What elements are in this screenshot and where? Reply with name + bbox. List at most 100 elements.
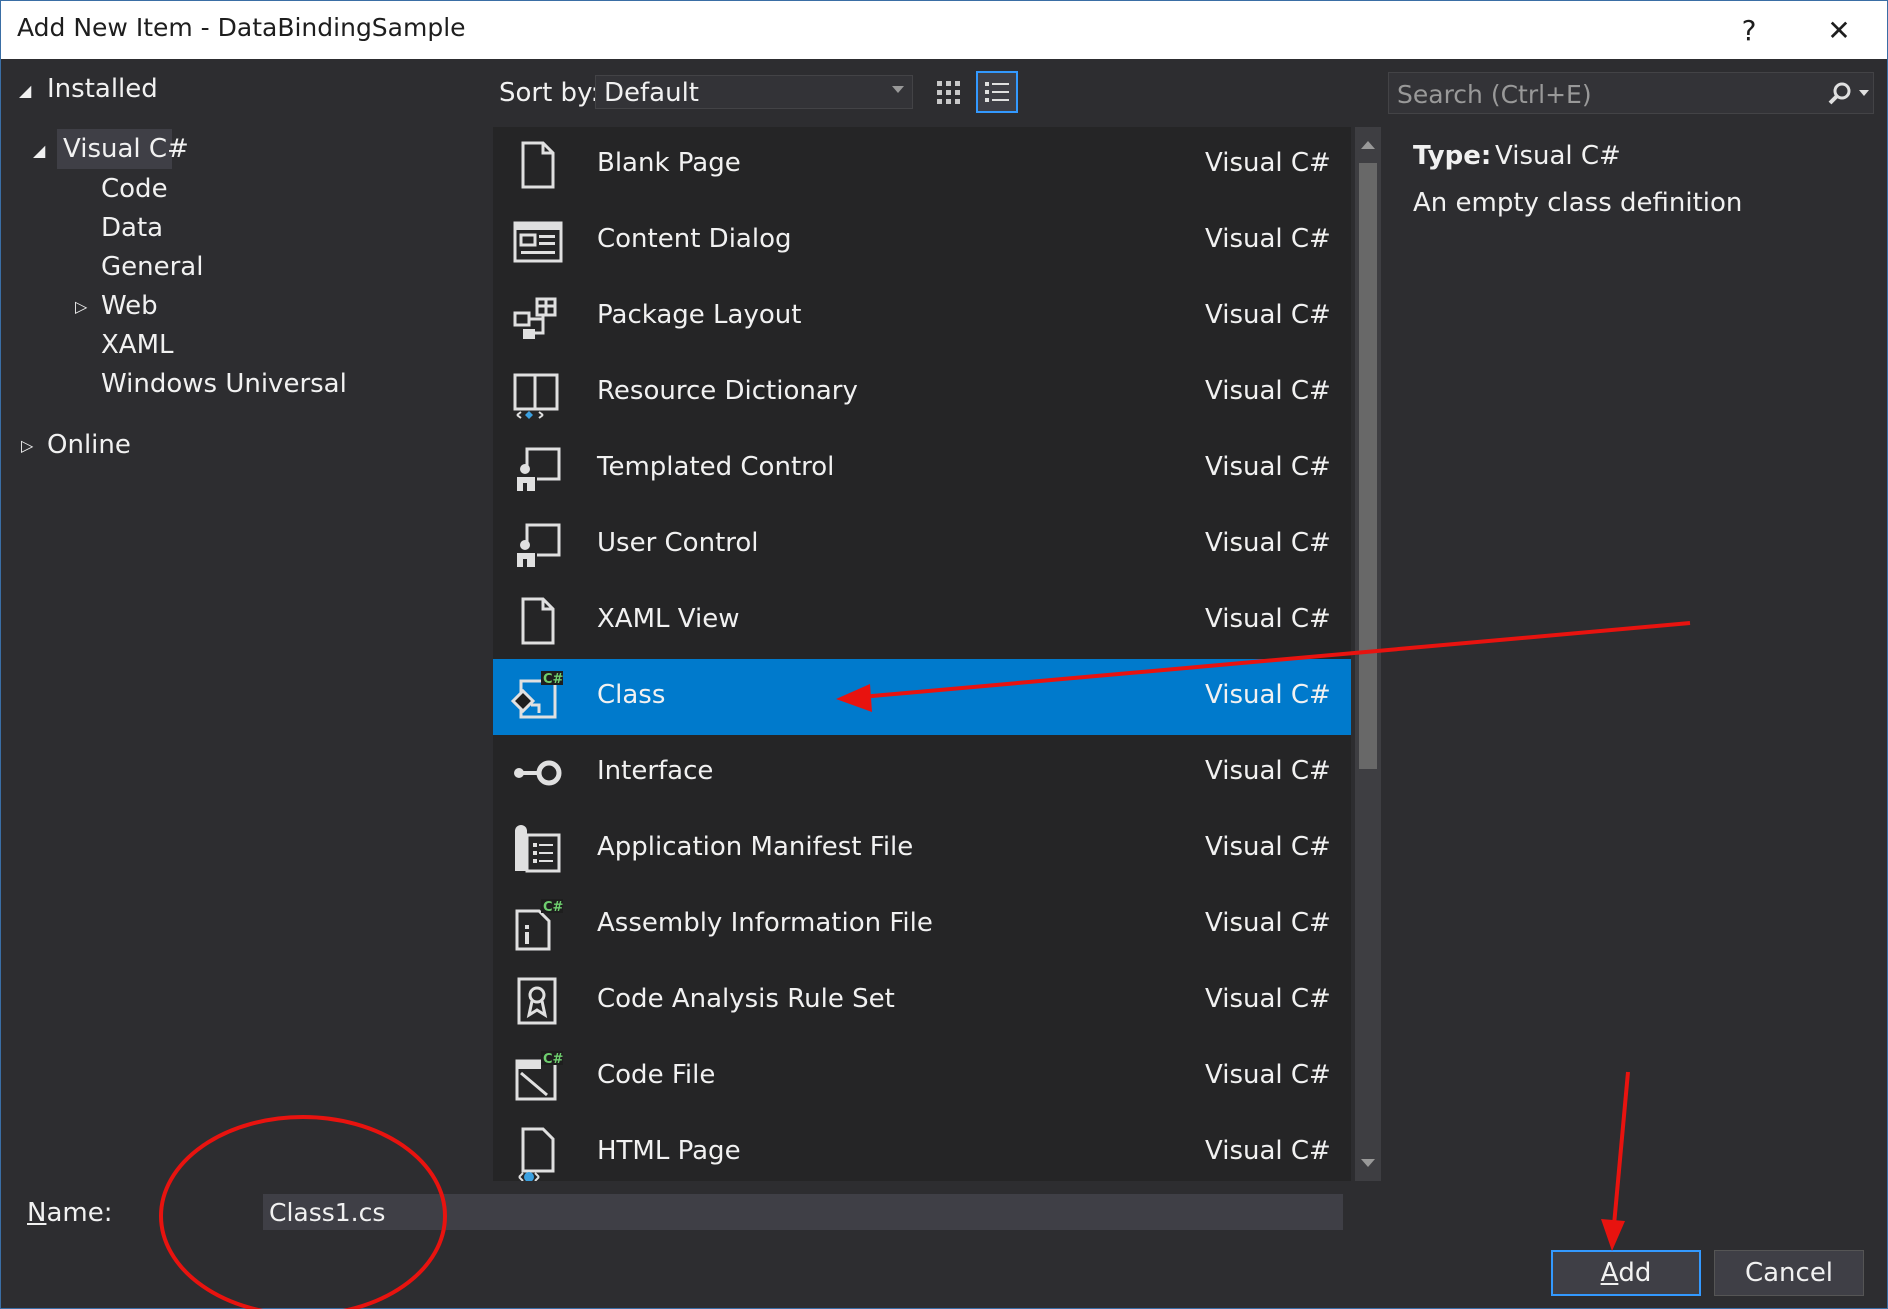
search-box[interactable] [1388,72,1874,115]
template-language: Visual C# [1205,452,1331,482]
template-row[interactable]: Code Analysis Rule Set Visual C# [493,963,1351,1039]
control-icon [507,441,565,497]
cancel-button[interactable]: Cancel [1714,1250,1864,1296]
tree-item-visual-csharp[interactable]: Visual C# [57,129,189,169]
template-name: Code Analysis Rule Set [597,984,895,1014]
template-language: Visual C# [1205,376,1331,406]
template-row[interactable]: HTML Page Visual C# [493,1115,1351,1181]
template-name: Class [597,680,666,710]
medium-icons-view-button[interactable] [927,71,969,113]
search-input[interactable] [1389,73,1819,115]
chevron-down-icon [892,86,904,93]
template-name: User Control [597,528,759,558]
template-language: Visual C# [1205,148,1331,178]
template-name: Templated Control [597,452,835,482]
help-icon: ? [1741,13,1757,47]
template-row[interactable]: Blank Page Visual C# [493,127,1351,203]
add-new-item-dialog: Add New Item - DataBindingSample ? ✕ ◢ I… [0,0,1888,1309]
tree-item-code[interactable]: Code [101,174,168,204]
expanded-arrow-icon[interactable]: ◢ [19,81,31,100]
grid-view-icon [937,81,960,104]
close-icon: ✕ [1827,13,1851,47]
tree-item-label: Visual C# [63,134,189,164]
manifest-icon [507,821,565,877]
template-name: Application Manifest File [597,832,914,862]
add-mnemonic: A [1600,1258,1619,1288]
ruleset-icon [507,973,565,1029]
sort-by-dropdown[interactable]: Default [595,75,913,109]
template-row[interactable]: Templated Control Visual C# [493,431,1351,507]
template-row[interactable]: Package Layout Visual C# [493,279,1351,355]
search-icon[interactable] [1827,81,1853,107]
template-name: Content Dialog [597,224,792,254]
scroll-thumb[interactable] [1359,163,1377,769]
template-language: Visual C# [1205,1136,1331,1166]
scroll-down-icon[interactable] [1361,1159,1375,1167]
expanded-arrow-icon[interactable]: ◢ [33,141,45,160]
template-language: Visual C# [1205,832,1331,862]
details-type-value: Visual C# [1495,141,1621,171]
collapsed-arrow-icon[interactable]: ▷ [21,436,33,455]
tree-item-installed[interactable]: Installed [47,74,158,104]
template-name: HTML Page [597,1136,741,1166]
template-language: Visual C# [1205,908,1331,938]
details-type-label: Type: [1413,141,1492,171]
svg-text:C#: C# [543,672,564,687]
chevron-down-icon[interactable] [1859,90,1869,96]
template-language: Visual C# [1205,1060,1331,1090]
list-view-icon [985,82,1009,102]
tree-item-general[interactable]: General [101,252,203,282]
sort-by-value: Default [604,78,699,108]
template-language: Visual C# [1205,756,1331,786]
template-row[interactable]: User Control Visual C# [493,507,1351,583]
template-name: Package Layout [597,300,802,330]
template-row[interactable]: Content Dialog Visual C# [493,203,1351,279]
name-label-text: ame: [46,1198,113,1228]
class-icon: C# [507,669,565,725]
template-row[interactable]: C# Class Visual C# [493,659,1351,735]
page-icon [507,137,565,193]
tree-item-xaml[interactable]: XAML [101,330,174,360]
template-language: Visual C# [1205,300,1331,330]
template-row[interactable]: Application Manifest File Visual C# [493,811,1351,887]
template-language: Visual C# [1205,604,1331,634]
scroll-up-icon[interactable] [1361,141,1375,149]
template-row[interactable]: C# Code File Visual C# [493,1039,1351,1115]
template-row[interactable]: Interface Visual C# [493,735,1351,811]
close-button[interactable]: ✕ [1811,1,1867,59]
svg-text:C#: C# [543,1052,564,1067]
add-label: dd [1618,1258,1652,1288]
tree-item-online[interactable]: Online [47,430,131,460]
page-icon [507,593,565,649]
window-title: Add New Item - DataBindingSample [17,13,466,42]
help-button[interactable]: ? [1721,1,1777,59]
sort-by-label: Sort by: [499,78,600,108]
add-button[interactable]: Add [1551,1250,1701,1296]
template-row[interactable]: C# Assembly Information File Visual C# [493,887,1351,963]
name-field[interactable] [263,1194,1343,1230]
template-name: XAML View [597,604,740,634]
svg-text:C#: C# [543,900,564,915]
template-name: Interface [597,756,714,786]
template-row[interactable]: Resource Dictionary Visual C# [493,355,1351,431]
template-language: Visual C# [1205,224,1331,254]
interface-icon [507,745,565,801]
book-icon [507,365,565,421]
dialog-icon [507,213,565,269]
template-language: Visual C# [1205,528,1331,558]
name-label: Name: [27,1198,112,1228]
template-row[interactable]: XAML View Visual C# [493,583,1351,659]
template-language: Visual C# [1205,984,1331,1014]
tree-item-data[interactable]: Data [101,213,163,243]
tree-item-web[interactable]: Web [101,291,158,321]
collapsed-arrow-icon[interactable]: ▷ [75,297,87,316]
template-list: Blank Page Visual C# Content Dialog Visual … [493,127,1351,1181]
info-file-icon: C# [507,897,565,953]
template-language: Visual C# [1205,680,1331,710]
control-icon [507,517,565,573]
tree-item-windows-universal[interactable]: Windows Universal [101,369,347,399]
list-view-button[interactable] [976,71,1018,113]
template-name: Blank Page [597,148,741,178]
details-description: An empty class definition [1413,188,1743,218]
template-name: Code File [597,1060,716,1090]
